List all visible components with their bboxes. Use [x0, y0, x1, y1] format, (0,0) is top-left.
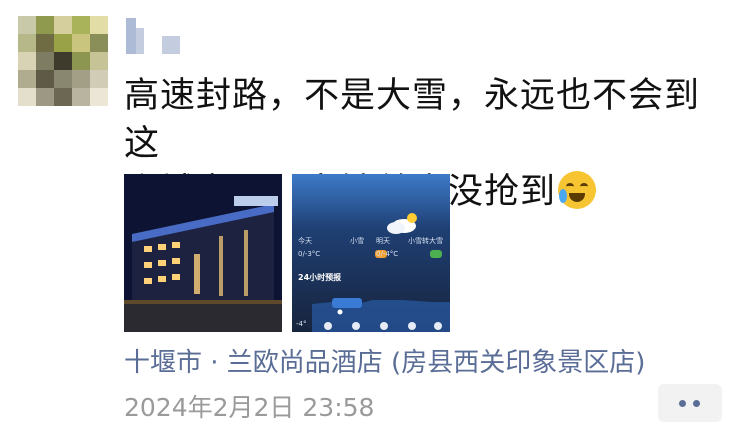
location-link[interactable]: 十堰市 · 兰欧尚品酒店 (房县西关印象景区店): [124, 342, 645, 379]
weather-today-temp: 0/-3°C: [298, 250, 321, 258]
post-text-line1: 高速封路，不是大雪，永远也不会到这: [124, 76, 701, 164]
more-actions-button[interactable]: [658, 384, 722, 422]
dot-icon: [679, 400, 686, 407]
weather-low-tick: -4°: [296, 320, 307, 328]
avatar[interactable]: [18, 16, 108, 106]
weather-tomorrow-label: 明天: [376, 237, 390, 245]
crying-laughing-emoji-icon: [558, 171, 597, 209]
username-blurred[interactable]: [124, 16, 194, 56]
photo-hotel-night[interactable]: [124, 174, 282, 332]
weather-today-condition: 小雪: [350, 237, 364, 245]
weather-forecast-title: 24小时预报: [298, 273, 342, 282]
hotel-night-illustration: [124, 174, 282, 332]
post-timestamp: 2024年2月2日 23:58: [124, 393, 375, 422]
weather-tomorrow-condition: 小雪转大雪: [408, 237, 443, 245]
photo-weather-screenshot[interactable]: 今天 小雪 0/-3°C 明天 小雪转大雪 0/-4°C 24小时预报 -4°: [292, 174, 450, 332]
dot-icon: [693, 400, 700, 407]
weather-tomorrow-temp: 0/-4°C: [376, 250, 399, 258]
weather-today-label: 今天: [298, 237, 312, 245]
